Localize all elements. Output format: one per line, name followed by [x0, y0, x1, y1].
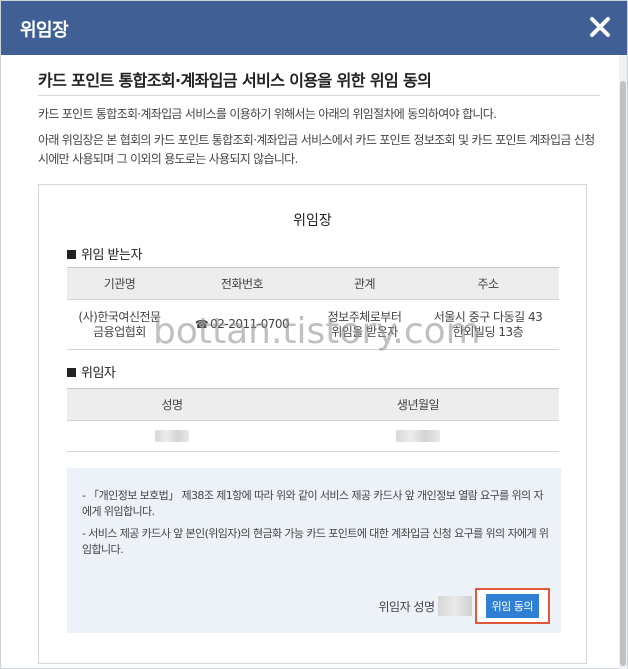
square-bullet-icon — [67, 250, 76, 259]
delegation-document: 위임장 위임 받는자 기관명 전화번호 관계 주소 (사)한국여신전문 금융업협회… — [38, 184, 587, 664]
signature-row: 위임자 성명 위임 동의 — [378, 588, 550, 624]
delegation-modal: 위임장 카드 포인트 통합조회·계좌입금 서비스 이용을 위한 위임 동의 카드… — [0, 0, 628, 669]
document-title: 위임장 — [293, 213, 332, 229]
table-header-row: 성명 생년월일 — [67, 388, 559, 421]
table-header-row: 기관명 전화번호 관계 주소 — [67, 267, 559, 300]
table-row: (사)한국여신전문 금융업협회 ☎ 02-2011-0700 정보주체로부터 위임을 … — [67, 299, 559, 350]
recipient-table: 기관명 전화번호 관계 주소 (사)한국여신전문 금융업협회 ☎ 02-2011-0… — [67, 267, 559, 350]
scrollbar[interactable] — [619, 55, 627, 669]
relation-cell: 정보주체로부터 위임을 받은자 — [312, 299, 417, 350]
modal-header: 위임장 — [1, 1, 627, 55]
consent-bullet-2: - 서비스 제공 카드사 앞 본인(위임자)의 현금화 가능 카드 포인트에 대… — [82, 527, 549, 556]
column-header-phone: 전화번호 — [172, 267, 312, 300]
modal-body: 카드 포인트 통합조회·계좌입금 서비스 이용을 위한 위임 동의 카드 포인트… — [1, 55, 621, 669]
column-header-address: 주소 — [417, 267, 559, 300]
modal-title: 위임장 — [20, 20, 69, 41]
address-cell: 서울시 중구 다동길 43 한외빌딩 13층 — [417, 299, 559, 350]
title-divider — [38, 95, 600, 96]
column-header-birthdate: 생년월일 — [277, 388, 559, 421]
phone-icon: ☎ — [194, 318, 209, 331]
phone-cell: ☎ 02-2011-0700 — [172, 299, 312, 350]
delegator-heading: 위임자 — [67, 362, 116, 381]
intro-text-2: 아래 위임장은 본 협회의 카드 포인트 통합조회·계좌입금 서비스에서 카드 … — [38, 133, 595, 166]
column-header-name: 성명 — [67, 388, 277, 421]
blurred-signature-name — [437, 596, 472, 616]
section-title: 카드 포인트 통합조회·계좌입금 서비스 이용을 위한 위임 동의 — [38, 71, 432, 90]
column-header-relation: 관계 — [312, 267, 417, 300]
recipient-heading: 위임 받는자 — [67, 244, 142, 263]
org-cell: (사)한국여신전문 금융업협회 — [67, 299, 172, 350]
table-row — [67, 420, 559, 452]
intro-text-1: 카드 포인트 통합조회·계좌입금 서비스를 이용하기 위해서는 아래의 위임절차… — [38, 107, 497, 121]
delegator-name-cell — [67, 420, 277, 452]
blurred-name — [155, 430, 189, 442]
agree-button-highlight: 위임 동의 — [474, 588, 550, 624]
signature-label: 위임자 성명 — [378, 599, 436, 614]
consent-box: - 「개인정보 보호법」 제38조 제1항에 따라 위와 같이 서비스 제공 카… — [67, 468, 561, 633]
blurred-birthdate — [396, 430, 440, 442]
square-bullet-icon — [67, 368, 76, 377]
close-icon[interactable] — [589, 16, 611, 38]
delegator-table: 성명 생년월일 — [67, 388, 559, 452]
scrollbar-thumb[interactable] — [620, 81, 626, 666]
column-header-org: 기관명 — [67, 267, 172, 300]
consent-bullet-1: - 「개인정보 보호법」 제38조 제1항에 따라 위와 같이 서비스 제공 카… — [82, 489, 544, 518]
delegator-birthdate-cell — [277, 420, 559, 452]
agree-button[interactable]: 위임 동의 — [485, 594, 539, 618]
